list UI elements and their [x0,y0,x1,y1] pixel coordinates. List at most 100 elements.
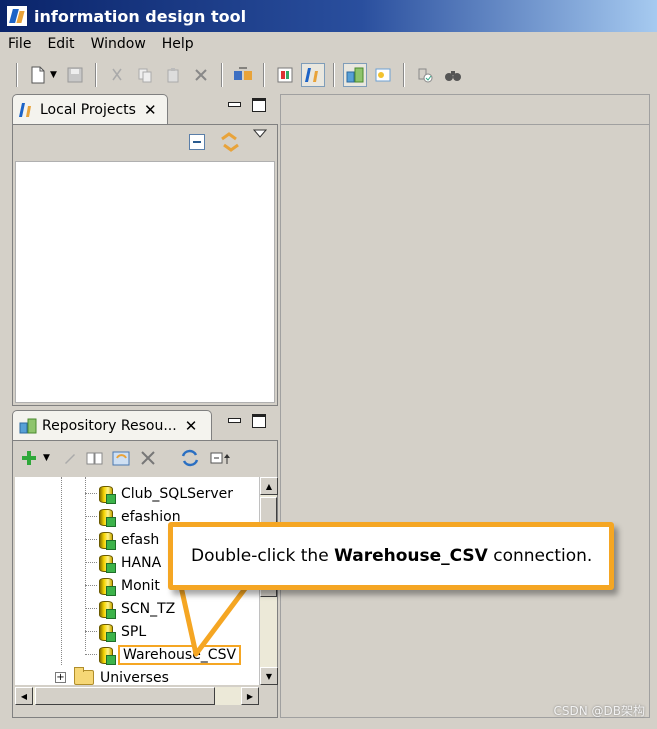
menu-edit[interactable]: Edit [47,36,74,52]
scroll-right-icon[interactable]: ▶ [241,687,259,705]
menu-window[interactable]: Window [91,36,146,52]
local-projects-body [12,124,278,406]
local-projects-tabrow: Local Projects ✕ [12,94,278,124]
new-document-icon[interactable] [26,63,50,87]
menu-bar: File Edit Window Help [0,32,657,56]
paste-icon[interactable] [161,63,185,87]
connection-db-icon [97,623,116,642]
cut-icon[interactable] [105,63,129,87]
link-with-editor-icon[interactable] [219,131,241,153]
horizontal-scrollbar[interactable]: ◀ ▶ [15,687,259,705]
callout-text-end: connection. [487,546,593,566]
title-bar: information design tool [0,0,657,32]
scroll-down-icon[interactable]: ▼ [260,667,278,685]
maximize-icon[interactable] [252,98,266,112]
tree-item-label: SPL [121,623,147,640]
toolbar-separator [332,63,335,87]
copy-icon[interactable] [133,63,157,87]
local-projects-tab[interactable]: Local Projects ✕ [12,94,168,124]
sync-icon[interactable] [180,449,200,467]
tree-item-efashion-2[interactable]: efash [85,528,159,551]
callout-text-start: Double-click the [191,546,335,566]
callout-pointer [176,580,256,657]
connection-db-icon [97,600,116,619]
toolbar-separator [16,63,18,87]
folder-icon [74,667,94,685]
delete-icon[interactable] [189,63,213,87]
main-toolbar: ▼ [0,58,657,92]
scroll-up-icon[interactable]: ▲ [260,477,278,495]
check-integrity-icon[interactable] [413,63,437,87]
search-binoculars-icon[interactable] [441,63,465,87]
tree-item-label: HANA [121,554,162,571]
tree-connector-line [85,654,97,655]
repository-toolbar: ▼ [13,441,277,475]
menu-help[interactable]: Help [162,36,194,52]
delete-icon[interactable] [140,450,156,466]
tree-item-efashion[interactable]: efashion [85,505,181,528]
toolbar-separator [402,63,405,87]
security-editor-icon[interactable] [371,63,395,87]
tree-connector-line [85,608,97,609]
collapse-all-icon[interactable] [189,134,205,150]
expand-icon[interactable]: + [55,672,66,683]
repository-resources-tab[interactable]: Repository Resou... ✕ [12,410,212,440]
refresh-folder-icon[interactable] [112,448,132,468]
repository-icon [19,418,37,433]
editor-area [280,94,650,718]
tree-item-label: Universes [100,669,169,686]
watermark: CSDN @DB架构 [553,704,645,718]
tree-connector-line [85,631,97,632]
idt-project-icon [19,102,31,117]
close-icon[interactable]: ✕ [185,417,198,435]
toolbar-separator [94,63,97,87]
repository-resources-icon[interactable] [342,63,367,87]
tree-connector-line [85,562,97,563]
local-projects-view: Local Projects ✕ [12,94,278,406]
maximize-icon[interactable] [252,414,266,428]
save-icon[interactable] [63,63,87,87]
tree-item-label: Club_SQLServer [121,485,234,502]
insert-connection-icon[interactable] [86,450,104,466]
tree-item-hana[interactable]: HANA [85,551,161,574]
tree-connector-line [85,539,97,540]
connection-db-icon [97,508,116,527]
scroll-left-icon[interactable]: ◀ [15,687,33,705]
editor-tabbar [281,95,649,125]
add-dropdown-icon[interactable]: ▼ [43,453,50,463]
collapse-menu-icon[interactable] [210,450,232,466]
repository-tabrow: Repository Resou... ✕ [12,410,278,440]
app-logo-icon [6,5,28,27]
tree-item-label: Monit [121,577,160,594]
tree-item-club-sqlserver[interactable]: Club_SQLServer [85,482,233,505]
local-projects-tab-label: Local Projects [40,101,136,118]
add-session-icon[interactable] [21,450,37,466]
tree-item-universes[interactable]: + Universes [55,666,169,685]
new-dropdown-icon[interactable]: ▼ [50,70,57,80]
view-menu-icon[interactable] [253,129,267,139]
tree-connector-line [85,516,97,517]
tree-connector-line [85,493,97,494]
toolbar-separator [262,63,265,87]
tree-item-spl[interactable]: SPL [85,620,146,643]
tree-item-monitor[interactable]: Monit [85,574,160,597]
menu-file[interactable]: File [8,36,31,52]
callout-text-bold: Warehouse_CSV [334,546,488,566]
repository-tab-label: Repository Resou... [42,417,177,434]
minimize-icon[interactable] [227,98,241,112]
close-icon[interactable]: ✕ [144,101,157,119]
tree-connector-line [85,585,97,586]
scroll-thumb[interactable] [35,687,215,705]
local-projects-tree[interactable] [15,161,275,403]
connection-db-icon [97,531,116,550]
publish-icon[interactable] [231,63,255,87]
instruction-callout: Double-click the Warehouse_CSV connectio… [168,522,614,590]
connection-db-icon [97,646,116,665]
idt-logo-icon[interactable] [300,63,325,87]
information-design-perspective-icon[interactable] [273,63,297,87]
window-title: information design tool [34,6,247,26]
tree-item-label: efash [121,531,160,548]
minimize-icon[interactable] [227,414,241,428]
connection-db-icon [97,577,116,596]
edit-pencil-icon[interactable] [62,450,78,466]
